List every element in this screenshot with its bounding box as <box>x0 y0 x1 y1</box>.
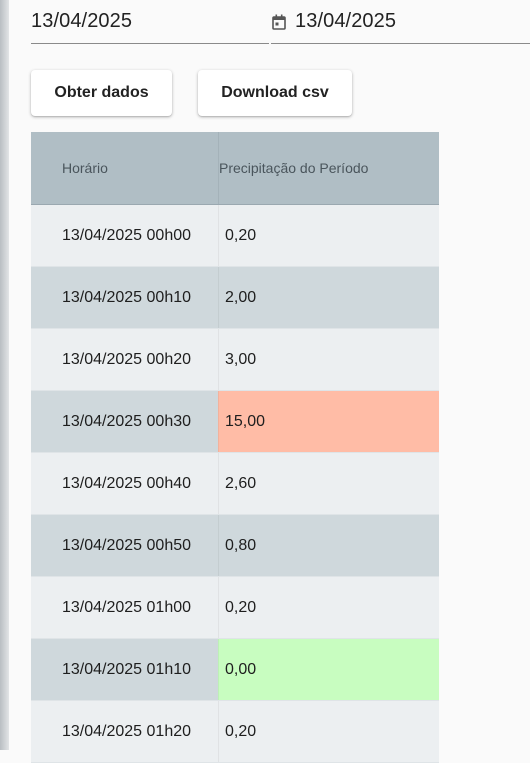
cell-time: 13/04/2025 00h50 <box>62 536 192 554</box>
start-date-underline <box>31 43 269 44</box>
cell-time: 13/04/2025 00h00 <box>62 226 192 244</box>
cell-time: 13/04/2025 00h30 <box>62 412 192 430</box>
start-date-value: 13/04/2025 <box>31 10 133 32</box>
cell-time: 13/04/2025 01h10 <box>62 660 192 678</box>
cell-precipitation: 15,00 <box>218 391 439 452</box>
calendar-icon[interactable] <box>272 14 286 30</box>
table-row: 13/04/2025 00h40 2,60 <box>31 453 439 515</box>
column-header-time[interactable]: Horário <box>31 160 218 176</box>
end-date-underline <box>271 43 530 44</box>
cell-time: 13/04/2025 01h00 <box>62 598 192 616</box>
cell-time: 13/04/2025 00h10 <box>62 288 192 306</box>
cell-precipitation: 0,20 <box>218 577 439 638</box>
table-header: Horário Precipitação do Período <box>31 132 439 205</box>
table-row: 13/04/2025 00h50 0,80 <box>31 515 439 577</box>
column-header-precipitation[interactable]: Precipitação do Período <box>218 132 439 204</box>
cell-time: 13/04/2025 00h20 <box>62 350 192 368</box>
cell-precipitation: 2,00 <box>218 267 439 328</box>
table-row: 13/04/2025 01h10 0,00 <box>31 639 439 701</box>
table-row: 13/04/2025 00h30 15,00 <box>31 391 439 453</box>
date-range-filter: 13/04/2025 13/04/2025 <box>31 0 530 44</box>
end-date-field[interactable]: 13/04/2025 <box>271 0 530 44</box>
cell-time: 13/04/2025 01h20 <box>62 722 192 740</box>
table-row: 13/04/2025 00h00 0,20 <box>31 205 439 267</box>
start-date-field[interactable]: 13/04/2025 <box>31 0 269 44</box>
cell-precipitation: 0,20 <box>218 701 439 762</box>
cell-time: 13/04/2025 00h40 <box>62 474 192 492</box>
left-panel-edge <box>0 0 9 750</box>
table-row: 13/04/2025 01h20 0,20 <box>31 701 439 763</box>
cell-precipitation: 3,00 <box>218 329 439 390</box>
table-row: 13/04/2025 00h10 2,00 <box>31 267 439 329</box>
end-date-value: 13/04/2025 <box>295 10 397 32</box>
cell-precipitation: 0,20 <box>218 205 439 266</box>
cell-precipitation: 0,00 <box>218 639 439 700</box>
table-row: 13/04/2025 00h20 3,00 <box>31 329 439 391</box>
cell-precipitation: 2,60 <box>218 453 439 514</box>
download-csv-button[interactable]: Download csv <box>198 70 352 116</box>
table-row: 13/04/2025 01h00 0,20 <box>31 577 439 639</box>
fetch-data-button[interactable]: Obter dados <box>31 70 172 116</box>
precipitation-table: Horário Precipitação do Período 13/04/20… <box>31 132 439 763</box>
cell-precipitation: 0,80 <box>218 515 439 576</box>
table-body: 13/04/2025 00h00 0,20 13/04/2025 00h10 2,00… <box>31 205 439 763</box>
